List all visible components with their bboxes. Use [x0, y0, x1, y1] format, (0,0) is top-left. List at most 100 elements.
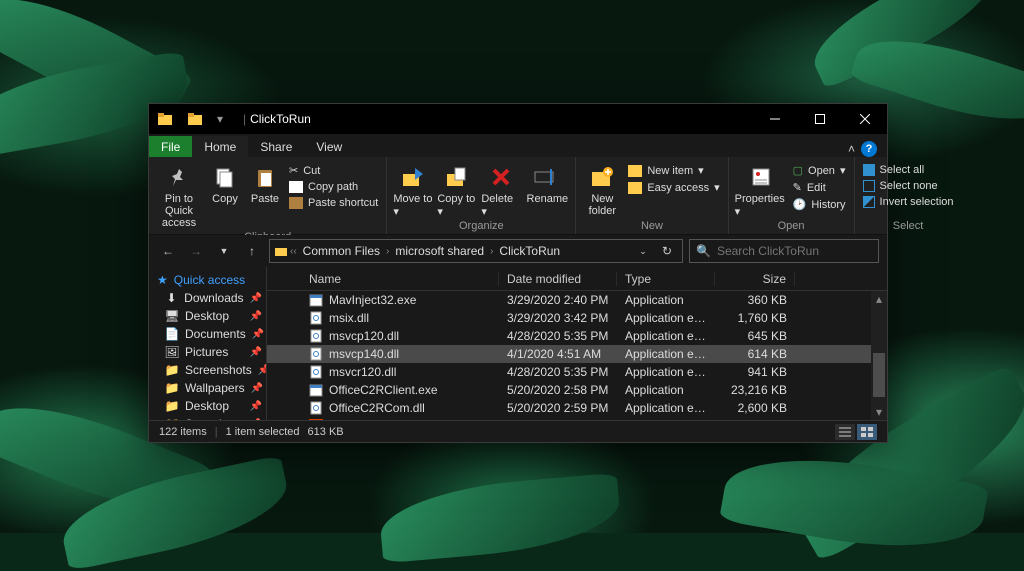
file-date: 4/28/2020 5:35 PM: [499, 329, 617, 343]
file-icon: [309, 293, 323, 307]
invert-selection-button[interactable]: Invert selection: [861, 195, 956, 209]
edit-icon: ✎: [793, 181, 802, 194]
recent-button[interactable]: ▼: [213, 240, 235, 262]
dropdown-icon[interactable]: ▾: [217, 111, 233, 127]
sidebar-item[interactable]: 🖥Desktop📌: [149, 307, 266, 325]
move-to-button[interactable]: Move to ▾: [393, 161, 433, 218]
open-button[interactable]: ▢Open ▾: [791, 163, 848, 178]
properties-icon: [747, 163, 775, 191]
rename-button[interactable]: Rename: [525, 161, 569, 205]
search-input[interactable]: [717, 244, 872, 258]
file-date: 5/20/2020 2:58 PM: [499, 383, 617, 397]
help-icon[interactable]: ?: [861, 141, 877, 157]
ribbon: Pin to Quick access Copy Paste ✂Cut Copy…: [149, 157, 887, 235]
file-icon: [309, 329, 323, 343]
tab-view[interactable]: View: [304, 136, 354, 157]
thumbnails-view-button[interactable]: [857, 424, 877, 440]
scroll-thumb[interactable]: [873, 353, 885, 397]
paste-button[interactable]: Paste: [247, 161, 283, 205]
table-row[interactable]: OOfficeClickToRun.exe 5/20/2020 2:58 PM …: [267, 417, 887, 420]
crumb[interactable]: Common Files: [299, 244, 384, 258]
table-row[interactable]: OfficeC2RCom.dll 5/20/2020 2:59 PM Appli…: [267, 399, 887, 417]
copy-path-button[interactable]: Copy path: [287, 180, 380, 194]
copy-to-button[interactable]: Copy to ▾: [437, 161, 477, 218]
file-type: Application: [617, 419, 715, 420]
sidebar-item[interactable]: 📁Desktop📌: [149, 397, 266, 415]
delete-icon: [487, 163, 515, 191]
file-type: Application: [617, 293, 715, 307]
scrollbar[interactable]: ▴ ▾: [871, 291, 887, 420]
file-size: 941 KB: [715, 365, 795, 379]
refresh-button[interactable]: ↻: [656, 240, 678, 262]
history-button[interactable]: 🕑History: [791, 197, 848, 212]
crumb[interactable]: microsoft shared: [391, 244, 488, 258]
close-button[interactable]: [842, 104, 887, 134]
rename-icon: [533, 163, 561, 191]
table-row[interactable]: msvcr120.dll 4/28/2020 5:35 PM Applicati…: [267, 363, 887, 381]
sidebar-item[interactable]: 📁Screenshots📌: [149, 361, 266, 379]
pin-icon: 📌: [250, 311, 262, 322]
pin-to-quick-access-button[interactable]: Pin to Quick access: [155, 161, 203, 229]
paste-shortcut-button[interactable]: Paste shortcut: [287, 196, 380, 210]
sidebar-item[interactable]: 🖼Pictures📌: [149, 343, 266, 361]
select-none-button[interactable]: Select none: [861, 179, 956, 193]
sidebar-item[interactable]: ⬇Downloads📌: [149, 289, 266, 307]
file-size: 645 KB: [715, 329, 795, 343]
forward-button[interactable]: →: [185, 240, 207, 262]
tab-file[interactable]: File: [149, 136, 192, 157]
sidebar-item-label: Desktop: [185, 309, 229, 323]
edit-button[interactable]: ✎Edit: [791, 180, 848, 195]
table-row[interactable]: msvcp120.dll 4/28/2020 5:35 PM Applicati…: [267, 327, 887, 345]
file-type: Application exten...: [617, 329, 715, 343]
window-title: ClickToRun: [250, 112, 752, 126]
file-name: msix.dll: [329, 311, 369, 325]
quick-access[interactable]: ★ Quick access: [149, 271, 266, 289]
file-type: Application exten...: [617, 347, 715, 361]
tab-home[interactable]: Home: [192, 136, 248, 157]
col-date[interactable]: Date modified: [499, 272, 617, 286]
sidebar-item[interactable]: 📁Wallpapers📌: [149, 379, 266, 397]
new-folder-button[interactable]: New folder: [582, 161, 622, 217]
col-type[interactable]: Type: [617, 272, 715, 286]
navigation-pane[interactable]: ★ Quick access ⬇Downloads📌🖥Desktop📌📄Docu…: [149, 267, 267, 420]
details-view-button[interactable]: [835, 424, 855, 440]
easy-access-button[interactable]: Easy access ▾: [626, 180, 721, 195]
sidebar-item[interactable]: 📄Documents📌: [149, 325, 266, 343]
scroll-up-icon[interactable]: ▴: [871, 291, 887, 307]
back-button[interactable]: ←: [157, 240, 179, 262]
properties-button[interactable]: Properties ▾: [735, 161, 787, 218]
col-size[interactable]: Size: [715, 272, 795, 286]
copy-button[interactable]: Copy: [207, 161, 243, 205]
table-row[interactable]: msix.dll 3/29/2020 3:42 PM Application e…: [267, 309, 887, 327]
move-icon: [399, 163, 427, 191]
folder-icon: 📁: [165, 381, 179, 395]
cut-button[interactable]: ✂Cut: [287, 163, 380, 178]
maximize-button[interactable]: [797, 104, 842, 134]
table-row[interactable]: MavInject32.exe 3/29/2020 2:40 PM Applic…: [267, 291, 887, 309]
column-headers[interactable]: Name Date modified Type Size: [267, 267, 887, 291]
file-name: msvcp140.dll: [329, 347, 399, 361]
crumb[interactable]: ClickToRun: [495, 244, 564, 258]
scroll-down-icon[interactable]: ▾: [871, 404, 887, 420]
col-name[interactable]: Name: [301, 272, 499, 286]
invert-icon: [863, 196, 875, 208]
chevron-up-icon[interactable]: ˄: [848, 142, 855, 156]
file-size: 10,365 KB: [715, 419, 795, 420]
new-item-button[interactable]: New item ▾: [626, 163, 721, 178]
open-icon: ▢: [793, 164, 803, 177]
titlebar[interactable]: ▾ | ClickToRun: [149, 104, 887, 134]
up-button[interactable]: ↑: [241, 240, 263, 262]
scissors-icon: ✂: [289, 164, 298, 177]
select-all-button[interactable]: Select all: [861, 163, 956, 177]
delete-button[interactable]: Delete ▾: [481, 161, 521, 218]
file-icon: [309, 383, 323, 397]
document-icon: 📄: [165, 327, 179, 341]
tab-share[interactable]: Share: [248, 136, 304, 157]
dropdown-icon[interactable]: ⌄: [632, 240, 654, 262]
table-row[interactable]: OfficeC2RClient.exe 5/20/2020 2:58 PM Ap…: [267, 381, 887, 399]
search-box[interactable]: 🔍: [689, 239, 879, 263]
minimize-button[interactable]: [752, 104, 797, 134]
file-name: msvcp120.dll: [329, 329, 399, 343]
breadcrumb[interactable]: ‹‹ Common Files› microsoft shared› Click…: [269, 239, 683, 263]
table-row[interactable]: msvcp140.dll 4/1/2020 4:51 AM Applicatio…: [267, 345, 887, 363]
